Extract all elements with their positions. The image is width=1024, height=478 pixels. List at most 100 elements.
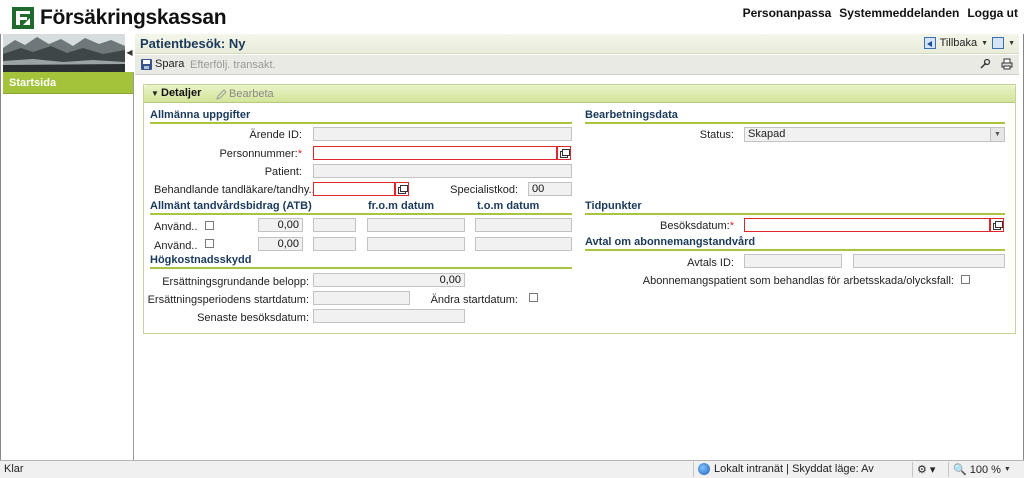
besoksdatum-label: Besöksdatum:* (660, 220, 734, 232)
specialistkod-field[interactable]: 00 (528, 182, 572, 196)
window-menu-dropdown-icon[interactable]: ▼ (1008, 40, 1015, 47)
section-bearbetning: Bearbetningsdata (585, 109, 1005, 124)
logout-link[interactable]: Logga ut (967, 6, 1018, 20)
atb-row1-to-date[interactable] (475, 218, 572, 232)
toolbar-right (979, 58, 1013, 70)
startdatum-label: Ersättningsperiodens startdatum: (147, 294, 309, 306)
chevron-down-icon[interactable]: ▼ (990, 128, 1004, 141)
status-label: Status: (699, 129, 734, 141)
top-header: Försäkringskassan Personanpassa Systemme… (0, 0, 1024, 34)
back-button[interactable]: Tillbaka (940, 37, 978, 49)
tandlakare-input[interactable] (313, 182, 395, 196)
globe-icon (698, 463, 710, 475)
tools-icon[interactable] (979, 58, 991, 70)
title-bar: Patientbesök: Ny Tillbaka ▼ ▼ (135, 34, 1019, 54)
atb-row2-amount[interactable]: 0,00 (258, 237, 303, 251)
section-tidpunkter: Tidpunkter (585, 200, 1005, 215)
avtal-id-label: Avtals ID: (687, 257, 734, 269)
tandlakare-label: Behandlande tandläkare/tandhy.. (154, 184, 315, 196)
pencil-icon (216, 88, 227, 100)
tandlakare-lookup-icon[interactable] (395, 182, 409, 196)
personnummer-label: Personnummer:* (219, 148, 302, 160)
atb-from-header: fr.o.m datum (368, 200, 435, 212)
window-menu-icon[interactable] (992, 37, 1005, 49)
abonnemang-label: Abonnemangspatient som behandlas för arb… (642, 275, 954, 287)
zone-text: Lokalt intranät | Skyddat läge: Av (714, 463, 874, 475)
sidebar-item-startsida[interactable]: Startsida (3, 72, 133, 94)
details-title: Detaljer (161, 87, 202, 99)
browser-status-bar: Klar Lokalt intranät | Skyddat läge: Av … (0, 460, 1024, 478)
logo[interactable]: Försäkringskassan (12, 6, 227, 30)
atb-row2-checkbox[interactable] (205, 239, 214, 248)
status-separator-3 (948, 462, 949, 477)
startdatum-field[interactable] (313, 291, 410, 305)
atb-row1-extra[interactable] (313, 218, 356, 232)
protected-mode-icon[interactable]: ⚙ ▾ (917, 463, 935, 476)
back-dropdown-icon[interactable]: ▼ (981, 40, 988, 47)
atb-title: Allmänt tandvårdsbidrag (ATB) (150, 200, 312, 212)
atb-to-header: t.o.m datum (477, 200, 540, 212)
avtal-id-field[interactable] (744, 254, 842, 268)
back-arrow-icon[interactable] (923, 37, 936, 49)
personanpassa-link[interactable]: Personanpassa (743, 6, 832, 20)
atb-row1-label: Använd.. (154, 221, 198, 233)
landscape-banner-image (3, 34, 125, 72)
atb-row2-extra[interactable] (313, 237, 356, 251)
details-panel-header[interactable]: ▼ Detaljer Bearbeta (144, 85, 1015, 103)
floppy-disk-icon (141, 58, 152, 70)
atb-row1-checkbox[interactable] (205, 221, 214, 230)
collapse-triangle-icon[interactable]: ▼ (151, 89, 159, 98)
security-zone[interactable]: Lokalt intranät | Skyddat läge: Av (698, 463, 874, 475)
sidebar: Startsida (3, 72, 134, 460)
senaste-besok-field[interactable] (313, 309, 465, 323)
zoom-value: 100 % (969, 463, 1001, 476)
patient-label: Patient: (264, 166, 302, 178)
edit-button[interactable]: Bearbeta (216, 88, 274, 100)
toolbar: Spara Efterfölj. transakt. (135, 55, 1019, 75)
avtal-id-field-2[interactable] (853, 254, 1005, 268)
sidebar-collapse-icon[interactable]: ◀ (125, 34, 134, 72)
patient-field[interactable] (313, 164, 572, 178)
calendar-icon[interactable] (990, 218, 1004, 232)
followup-transaction-button[interactable]: Efterfölj. transakt. (190, 59, 276, 71)
status-separator (693, 462, 694, 477)
logo-mark-icon (12, 7, 34, 29)
arende-id-label: Ärende ID: (249, 129, 302, 141)
section-avtal: Avtal om abonnemangstandvård (585, 236, 1005, 251)
section-general: Allmänna uppgifter (150, 109, 572, 124)
systemmeddelanden-link[interactable]: Systemmeddelanden (839, 6, 959, 20)
atb-row2-label: Använd.. (154, 240, 198, 252)
top-links: Personanpassa Systemmeddelanden Logga ut (743, 6, 1018, 20)
section-hogkostnad: Högkostnadsskydd (150, 254, 572, 269)
atb-row1-amount[interactable]: 0,00 (258, 218, 303, 232)
zoom-control[interactable]: 🔍 100 % ▼ (953, 463, 1011, 477)
print-icon[interactable] (1001, 58, 1013, 70)
title-actions: Tillbaka ▼ ▼ (923, 37, 1015, 49)
logo-text: Försäkringskassan (40, 6, 227, 29)
save-button[interactable]: Spara (141, 58, 184, 70)
atb-row2-from-date[interactable] (367, 237, 465, 251)
atb-row1-from-date[interactable] (367, 218, 465, 232)
personnummer-lookup-icon[interactable] (557, 146, 571, 160)
edit-label: Bearbeta (229, 88, 274, 100)
senaste-besok-label: Senaste besöksdatum: (197, 312, 309, 324)
belopp-field[interactable]: 0,00 (313, 273, 465, 287)
section-atb: Allmänt tandvårdsbidrag (ATB) fr.o.m dat… (150, 200, 572, 215)
status-separator-2 (912, 462, 913, 477)
page-title: Patientbesök: Ny (140, 36, 246, 51)
personnummer-input[interactable] (313, 146, 557, 160)
status-value: Skapad (748, 128, 786, 140)
magnifier-icon: 🔍 (953, 464, 967, 476)
besoksdatum-input[interactable] (744, 218, 990, 232)
atb-row2-to-date[interactable] (475, 237, 572, 251)
zoom-dropdown-icon[interactable]: ▼ (1004, 466, 1011, 473)
status-text: Klar (4, 463, 24, 475)
belopp-label: Ersättningsgrundande belopp: (162, 276, 309, 288)
arende-id-field[interactable] (313, 127, 572, 141)
status-select[interactable]: Skapad ▼ (744, 127, 1005, 142)
andra-startdatum-checkbox[interactable] (529, 293, 538, 302)
andra-startdatum-label: Ändra startdatum: (430, 294, 518, 306)
save-label: Spara (155, 58, 185, 70)
specialistkod-label: Specialistkod: (450, 184, 518, 196)
abonnemang-checkbox[interactable] (961, 275, 970, 284)
